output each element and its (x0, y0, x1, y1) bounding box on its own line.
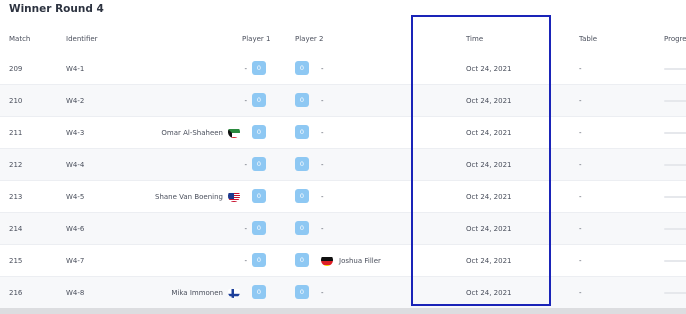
progress-bar (664, 132, 686, 134)
player2-score: 0 (295, 285, 309, 299)
player1-name[interactable]: - (244, 65, 247, 73)
player2-name[interactable]: - (321, 65, 324, 73)
section-title: Winner Round 4 (9, 3, 104, 15)
horizontal-scrollbar[interactable] (0, 308, 686, 314)
progress-bar (664, 260, 686, 262)
player1-score: 0 (252, 189, 266, 203)
player1-name[interactable]: - (244, 97, 247, 105)
player1-name[interactable]: Mika Immonen (171, 289, 223, 297)
player2-score: 0 (295, 221, 309, 235)
table-row[interactable]: 211 W4-3 Omar Al-Shaheen 0 0 - Oct 24, 2021 - (0, 117, 686, 149)
match-identifier: W4-1 (66, 65, 85, 73)
progress-bar (664, 196, 686, 198)
header-match[interactable]: Match (9, 35, 30, 43)
match-time: Oct 24, 2021 (466, 257, 512, 265)
match-identifier: W4-8 (66, 289, 85, 297)
table-header: Match Identifier Player 1 Player 2 Time … (0, 22, 686, 54)
table-row[interactable]: 209 W4-1-0 0- Oct 24, 2021- (0, 53, 686, 85)
player1-score: 0 (252, 125, 266, 139)
match-number: 215 (9, 257, 23, 265)
match-number: 214 (9, 225, 23, 233)
match-identifier: W4-7 (66, 257, 85, 265)
player2-score: 0 (295, 157, 309, 171)
player1-score: 0 (252, 253, 266, 267)
match-number: 211 (9, 129, 23, 137)
header-player2[interactable]: Player 2 (295, 35, 323, 43)
match-table: - (579, 225, 582, 233)
player2-score: 0 (295, 125, 309, 139)
player2-score: 0 (295, 189, 309, 203)
match-time: Oct 24, 2021 (466, 193, 512, 201)
match-table: - (579, 129, 582, 137)
table-row[interactable]: 215 W4-7-0 0 Joshua Filler Oct 24, 2021- (0, 245, 686, 277)
match-time: Oct 24, 2021 (466, 289, 512, 297)
progress-bar (664, 100, 686, 102)
match-number: 216 (9, 289, 23, 297)
player2-name[interactable]: - (321, 289, 324, 297)
player1-score: 0 (252, 93, 266, 107)
progress-bar (664, 68, 686, 70)
player2-name[interactable]: Joshua Filler (339, 257, 381, 265)
match-identifier: W4-3 (66, 129, 85, 137)
header-progress[interactable]: Progre (664, 35, 686, 43)
match-identifier: W4-5 (66, 193, 85, 201)
match-time: Oct 24, 2021 (466, 97, 512, 105)
player1-name[interactable]: Shane Van Boening (155, 193, 223, 201)
progress-bar (664, 228, 686, 230)
match-table: - (579, 97, 582, 105)
header-table[interactable]: Table (579, 35, 597, 43)
match-identifier: W4-6 (66, 225, 85, 233)
player2-score: 0 (295, 253, 309, 267)
player1-score: 0 (252, 157, 266, 171)
match-number: 212 (9, 161, 23, 169)
player2-name[interactable]: - (321, 193, 324, 201)
player1-name[interactable]: - (244, 225, 247, 233)
table-row[interactable]: 214 W4-6-0 0- Oct 24, 2021- (0, 213, 686, 245)
match-identifier: W4-4 (66, 161, 85, 169)
player1-name[interactable]: - (244, 257, 247, 265)
progress-bar (664, 164, 686, 166)
germany-flag-icon (321, 254, 333, 266)
match-table: - (579, 193, 582, 201)
player2-name[interactable]: - (321, 225, 324, 233)
player2-name[interactable]: - (321, 161, 324, 169)
table-row[interactable]: 216 W4-8 Mika Immonen 0 0 - Oct 24, 2021 - (0, 277, 686, 309)
header-player1[interactable]: Player 1 (242, 35, 270, 43)
player1-score: 0 (252, 221, 266, 235)
match-table: - (579, 289, 582, 297)
table-row[interactable]: 210 W4-2-0 0- Oct 24, 2021- (0, 85, 686, 117)
player1-score: 0 (252, 285, 266, 299)
player2-name[interactable]: - (321, 129, 324, 137)
header-identifier[interactable]: Identifier (66, 35, 98, 43)
player2-name[interactable]: - (321, 97, 324, 105)
match-number: 209 (9, 65, 23, 73)
table-row[interactable]: 213 W4-5 Shane Van Boening 0 0 - Oct 24, 2021 - (0, 181, 686, 213)
match-table: - (579, 65, 582, 73)
match-time: Oct 24, 2021 (466, 65, 512, 73)
kuwait-flag-icon (228, 126, 240, 138)
player1-score: 0 (252, 61, 266, 75)
player1-name[interactable]: - (244, 161, 247, 169)
usa-flag-icon (228, 190, 240, 202)
player2-score: 0 (295, 61, 309, 75)
progress-bar (664, 292, 686, 294)
match-time: Oct 24, 2021 (466, 161, 512, 169)
player2-score: 0 (295, 93, 309, 107)
match-identifier: W4-2 (66, 97, 85, 105)
match-number: 210 (9, 97, 23, 105)
header-time[interactable]: Time (466, 35, 483, 43)
match-number: 213 (9, 193, 23, 201)
table-row[interactable]: 212 W4-4-0 0- Oct 24, 2021- (0, 149, 686, 181)
match-table: - (579, 161, 582, 169)
match-table: - (579, 257, 582, 265)
finland-flag-icon (228, 286, 240, 298)
match-time: Oct 24, 2021 (466, 129, 512, 137)
player1-name[interactable]: Omar Al-Shaheen (161, 129, 223, 137)
match-time: Oct 24, 2021 (466, 225, 512, 233)
